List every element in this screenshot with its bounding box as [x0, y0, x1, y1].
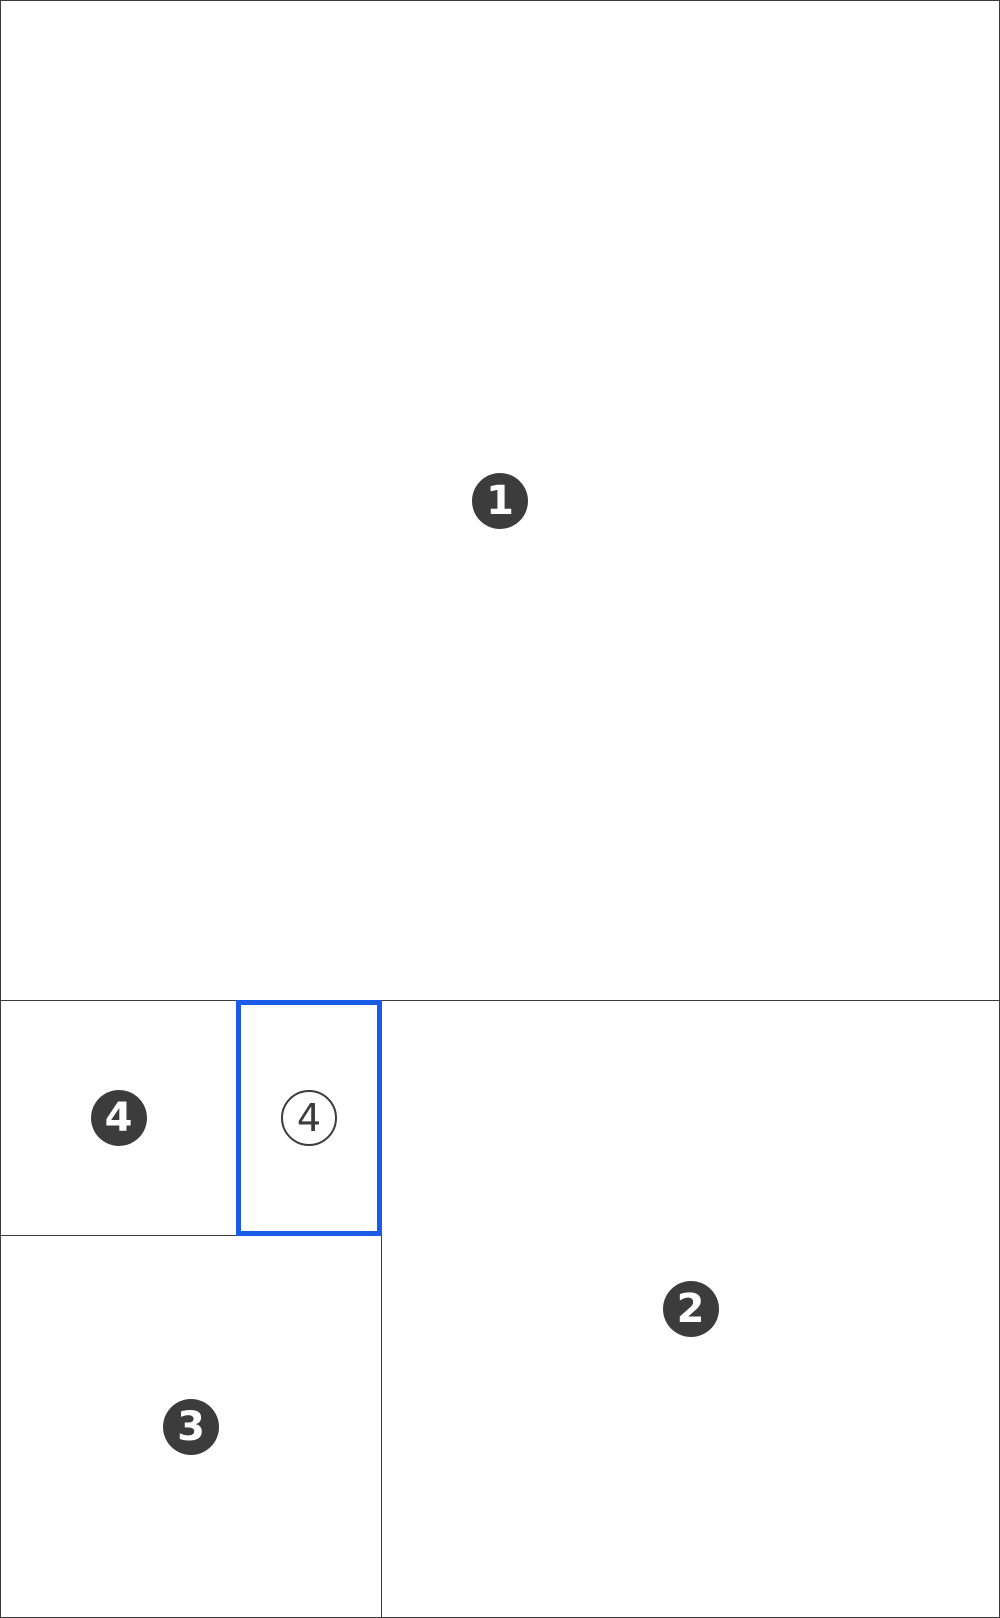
panel-number-badge-1: 1 [472, 472, 528, 529]
panel-number-badge-3: 3 [163, 1398, 219, 1455]
panel-1[interactable]: 1 [0, 0, 1000, 1001]
panel-4[interactable]: 4 [0, 1000, 237, 1236]
panel-number-badge-4: 4 [90, 1090, 147, 1146]
panel-4-selected[interactable]: 4 [236, 1000, 382, 1236]
panel-2[interactable]: 2 [381, 1000, 1000, 1618]
panel-3[interactable]: 3 [0, 1235, 382, 1618]
panel-number-badge-2: 2 [662, 1281, 719, 1337]
panel-number-badge-4-outline: 4 [281, 1090, 337, 1146]
